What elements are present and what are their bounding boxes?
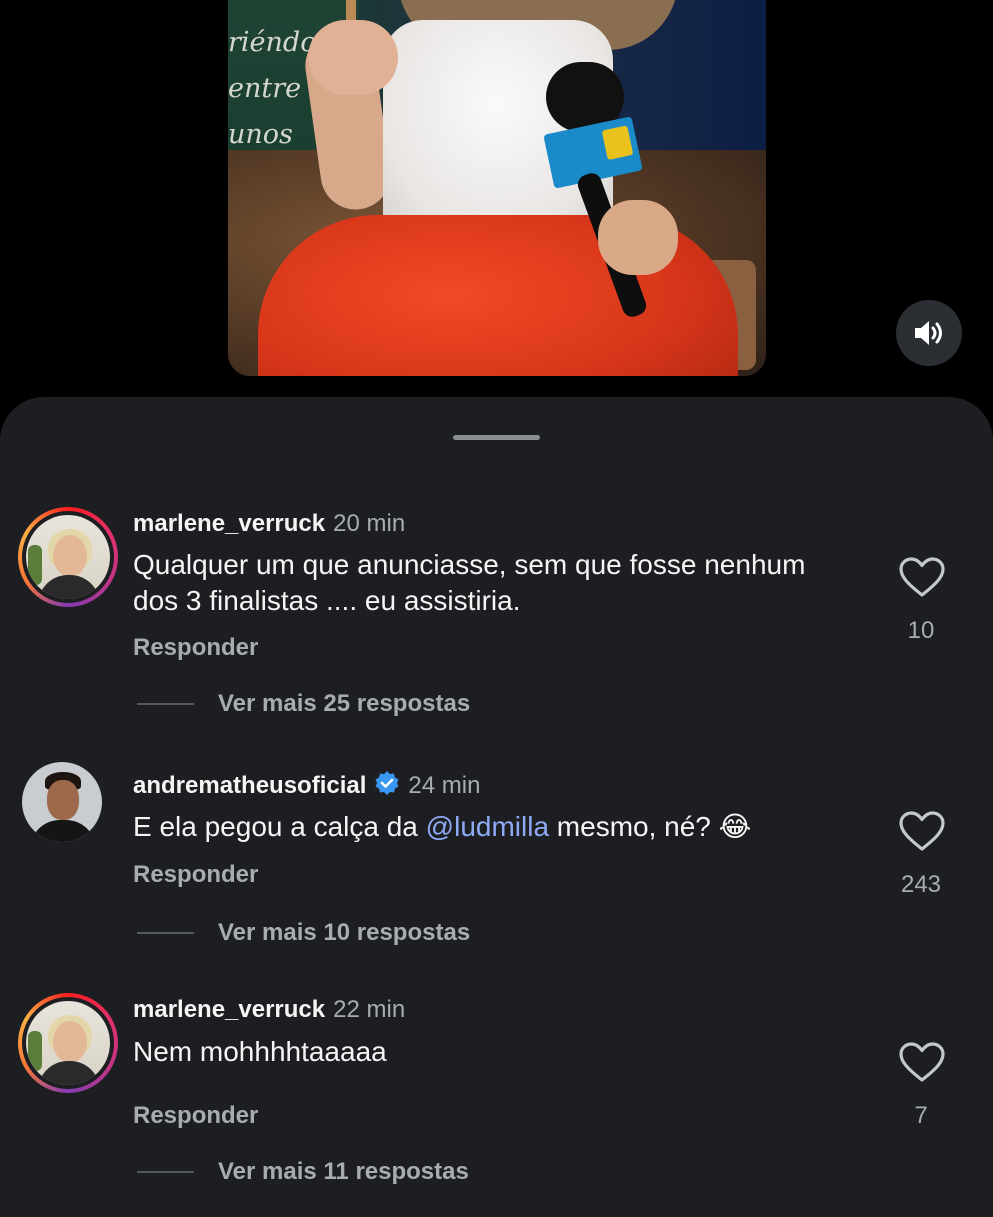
view-more-replies[interactable]: Ver mais 11 respostas [137,1158,469,1186]
like-button[interactable] [898,1041,946,1083]
sound-toggle-button[interactable] [896,300,962,366]
like-button[interactable] [898,556,946,598]
comment-text: E ela pegou a calça da @ludmilla mesmo, … [133,811,752,842]
heart-icon [899,1042,945,1082]
comment-time: 22 min [333,996,406,1023]
story-ring [18,993,118,1093]
avatar-photo [26,515,110,599]
reply-button[interactable]: Responder [133,861,258,889]
avatar[interactable] [22,762,122,862]
speaker-icon [915,321,942,345]
avatar-photo [22,762,102,842]
mention-link[interactable]: @ludmilla [426,811,549,842]
like-count: 243 [900,871,942,898]
comment-username[interactable]: marlene_verruck 22 min [133,996,405,1024]
verified-badge-icon [374,770,400,803]
like-count: 7 [914,1102,928,1129]
avatar[interactable] [18,507,118,607]
comment-username[interactable]: marlene_verruck 20 min [133,510,405,538]
comment-username[interactable]: andrematheusoficial 24 min [133,770,480,803]
sheet-drag-handle[interactable] [453,435,540,440]
comment-text: Nem mohhhhtaaaaa [133,1036,387,1067]
like-count: 10 [907,617,935,644]
avatar-photo [26,1001,110,1085]
comment-time: 20 min [333,510,406,537]
comment-text: Qualquer um que anunciasse, sem que foss… [133,549,806,616]
story-ring [18,507,118,607]
view-more-replies[interactable]: Ver mais 10 respostas [137,919,470,947]
view-more-replies[interactable]: Ver mais 25 respostas [137,690,470,718]
avatar[interactable] [18,993,118,1093]
reel-video[interactable]: riéndote entre unos [228,0,766,376]
heart-icon [899,557,945,597]
reply-button[interactable]: Responder [133,1102,258,1130]
comment-time: 24 min [408,772,481,799]
reply-button[interactable]: Responder [133,634,258,662]
comments-sheet: marlene_verruck 20 min Qualquer um que an… [0,397,993,1217]
heart-icon [899,811,945,851]
like-button[interactable] [898,810,946,852]
